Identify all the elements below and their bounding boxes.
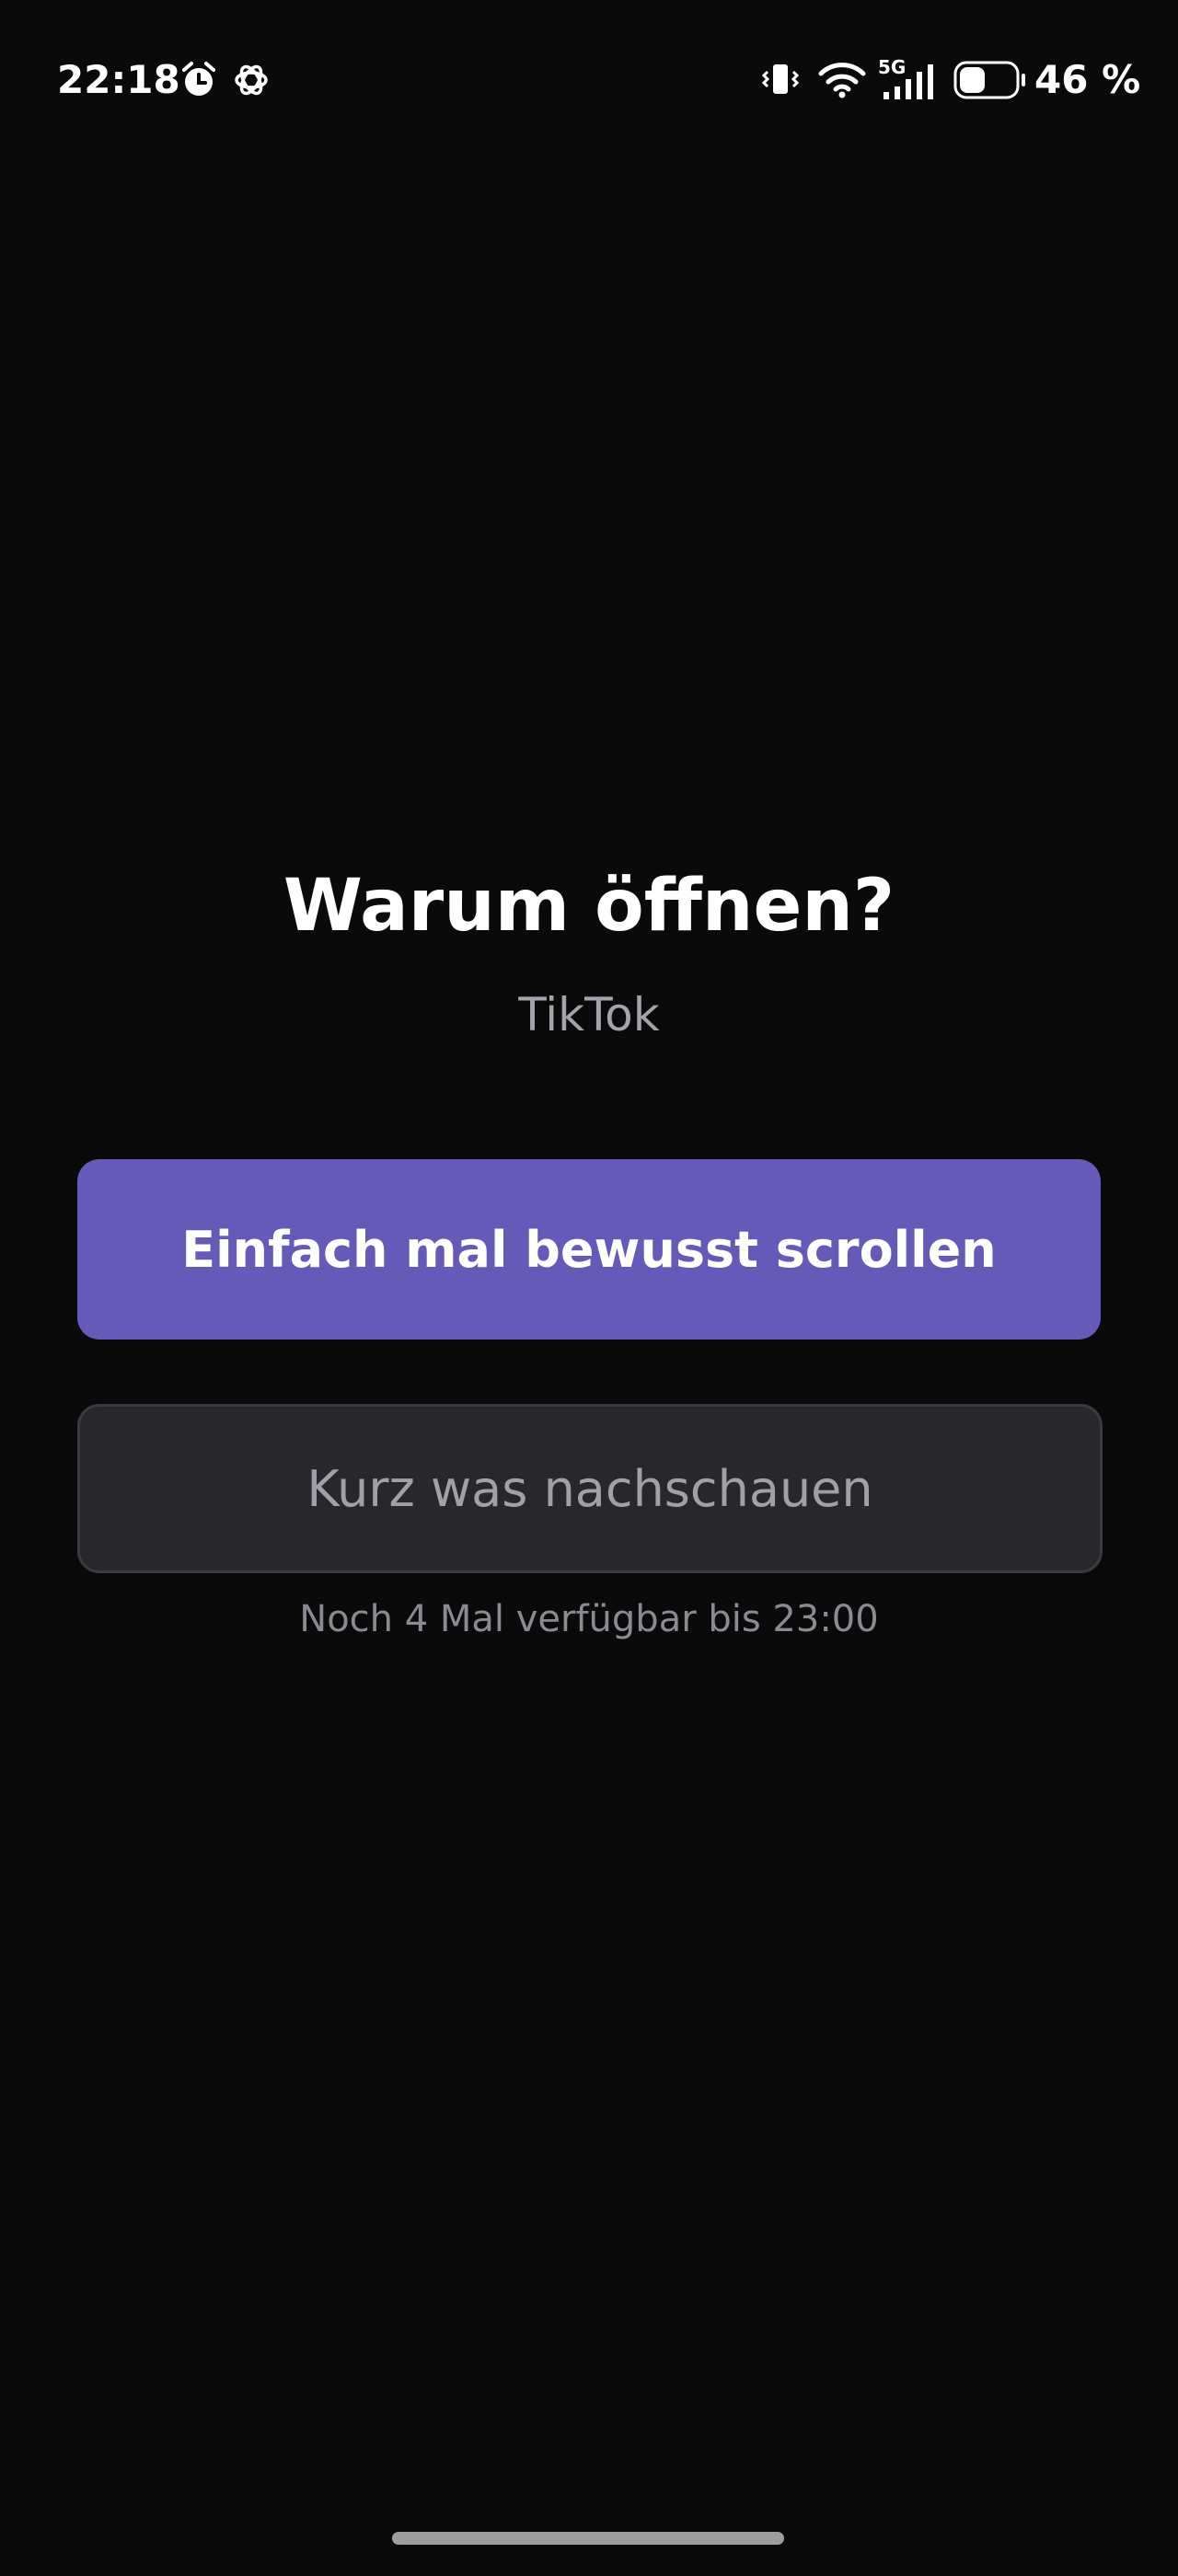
- home-indicator[interactable]: [392, 2532, 784, 2545]
- status-time: 22:18: [57, 57, 180, 102]
- signal-5g-icon: 5G: [878, 56, 933, 99]
- quick-check-label: Kurz was nachschauen: [306, 1459, 873, 1518]
- mindful-scroll-button[interactable]: Einfach mal bewusst scrollen: [77, 1159, 1101, 1340]
- chatgpt-icon: [235, 64, 268, 96]
- page-title: Warum öffnen?: [283, 865, 895, 948]
- app-name: TikTok: [518, 988, 660, 1041]
- battery-level-fill: [960, 67, 985, 93]
- quick-check-button[interactable]: Kurz was nachschauen: [77, 1404, 1103, 1573]
- mindful-scroll-label: Einfach mal bewusst scrollen: [181, 1220, 997, 1279]
- availability-note: Noch 4 Mal verfügbar bis 23:00: [299, 1598, 879, 1640]
- network-type-label: 5G: [878, 56, 906, 78]
- alarm-icon: [182, 62, 215, 96]
- wifi-icon: [818, 63, 866, 98]
- vibrate-icon: [761, 64, 800, 94]
- battery-percent: 46 %: [1034, 57, 1141, 102]
- status-bar: 22:18 5G 46 %: [0, 0, 1178, 156]
- battery-icon: [953, 61, 1025, 99]
